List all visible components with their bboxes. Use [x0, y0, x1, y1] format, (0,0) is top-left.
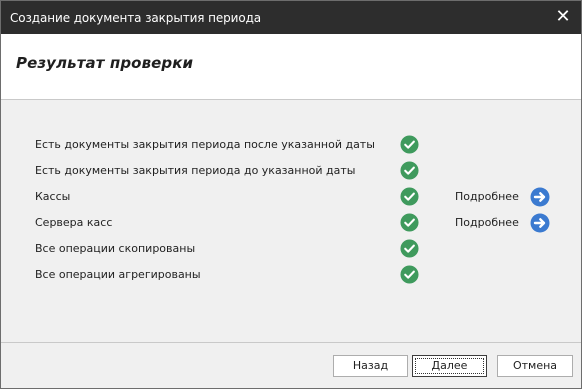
details-link-cash-registers[interactable]: Подробнее	[455, 190, 519, 203]
details-link-cash-servers[interactable]: Подробнее	[455, 216, 519, 229]
check-row: Кассы Подробнее	[1, 184, 581, 210]
dialog-footer: Назад Далее Отмена	[1, 343, 581, 388]
next-button[interactable]: Далее	[412, 355, 487, 377]
page-title: Результат проверки	[16, 54, 194, 72]
window-title: Создание документа закрытия периода	[10, 11, 262, 25]
close-icon[interactable]: ✕	[553, 7, 573, 27]
check-circle-icon	[400, 187, 419, 206]
arrow-right-circle-icon[interactable]	[530, 187, 550, 207]
check-row: Есть документы закрытия периода до указа…	[1, 158, 581, 184]
check-row: Все операции скопированы	[1, 236, 581, 262]
arrow-right-circle-icon[interactable]	[530, 213, 550, 233]
check-circle-icon	[400, 239, 419, 258]
back-button[interactable]: Назад	[333, 355, 408, 377]
check-label: Все операции агрегированы	[35, 268, 201, 281]
check-label: Есть документы закрытия периода до указа…	[35, 164, 356, 177]
check-label: Сервера касс	[35, 216, 113, 229]
cancel-button[interactable]: Отмена	[497, 355, 573, 377]
check-label: Есть документы закрытия периода после ук…	[35, 138, 375, 151]
check-row: Все операции агрегированы	[1, 262, 581, 288]
check-results: Есть документы закрытия периода после ук…	[1, 100, 581, 343]
title-bar[interactable]: Создание документа закрытия периода ✕	[1, 1, 581, 34]
check-label: Кассы	[35, 190, 71, 203]
check-row: Есть документы закрытия периода после ук…	[1, 132, 581, 158]
check-circle-icon	[400, 213, 419, 232]
check-row: Сервера касс Подробнее	[1, 210, 581, 236]
page-header: Результат проверки	[1, 34, 581, 100]
check-circle-icon	[400, 161, 419, 180]
focus-rectangle	[415, 358, 484, 374]
check-label: Все операции скопированы	[35, 242, 196, 255]
dialog-window: Создание документа закрытия периода ✕ Ре…	[0, 0, 582, 389]
check-circle-icon	[400, 135, 419, 154]
check-circle-icon	[400, 265, 419, 284]
